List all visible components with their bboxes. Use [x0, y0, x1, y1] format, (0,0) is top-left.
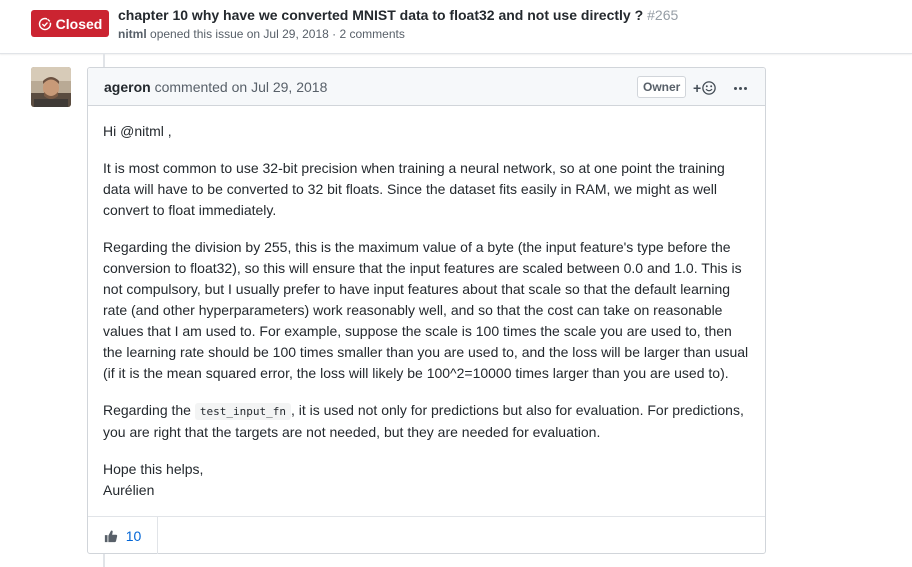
plus-icon: + [693, 80, 702, 96]
issue-sticky-header: Closed chapter 10 why have we converted … [0, 0, 912, 54]
thumbsup-reaction-button[interactable]: 10 [88, 517, 158, 554]
issue-title-text: chapter 10 why have we converted MNIST d… [118, 7, 644, 23]
comment-body: Hi @nitml , It is most common to use 32-… [103, 121, 753, 517]
issue-meta: nitml opened this issue on Jul 29, 2018 … [118, 27, 405, 41]
issue-closed-icon [38, 16, 52, 30]
comment-text: Regarding the [103, 402, 191, 418]
inline-code: test_input_fn [194, 403, 291, 420]
comment-paragraph: Regarding the test_input_fn, it is used … [103, 400, 753, 443]
issue-meta-text: opened this issue on Jul 29, 2018 · 2 co… [150, 27, 405, 41]
issue-author-link[interactable]: nitml [118, 27, 147, 41]
closing-signature: Aurélien [103, 482, 155, 498]
avatar-photo-icon [31, 67, 71, 107]
thumbsup-icon [104, 530, 117, 542]
smiley-icon [702, 81, 716, 95]
comment-author-link[interactable]: ageron [104, 79, 151, 95]
comment-reactions: 10 [88, 516, 765, 554]
closing-line: Hope this helps, [103, 461, 204, 477]
reaction-count: 10 [125, 527, 142, 544]
issue-number: #265 [647, 7, 679, 23]
avatar[interactable] [31, 67, 71, 107]
comment-closing: Hope this helps, Aurélien [103, 459, 753, 501]
issue-title: chapter 10 why have we converted MNIST d… [118, 7, 678, 23]
issue-state-badge: Closed [31, 10, 109, 37]
kebab-horizontal-icon[interactable] [731, 78, 749, 98]
comment-timestamp[interactable]: commented on Jul 29, 2018 [155, 79, 328, 95]
comment-box: ageron commented on Jul 29, 2018 Owner +… [87, 67, 766, 554]
comment-author-line: ageron commented on Jul 29, 2018 [104, 79, 327, 95]
comment-paragraph: It is most common to use 32-bit precisio… [103, 160, 725, 218]
comment-paragraph: Regarding the division by 255, this is t… [103, 239, 749, 381]
comment-header: ageron commented on Jul 29, 2018 Owner + [88, 68, 765, 106]
comment-paragraph: Hi @nitml , [103, 123, 172, 139]
issue-state-label: Closed [55, 15, 103, 32]
owner-label: Owner [637, 76, 687, 98]
add-reaction-button[interactable]: + [693, 78, 721, 98]
